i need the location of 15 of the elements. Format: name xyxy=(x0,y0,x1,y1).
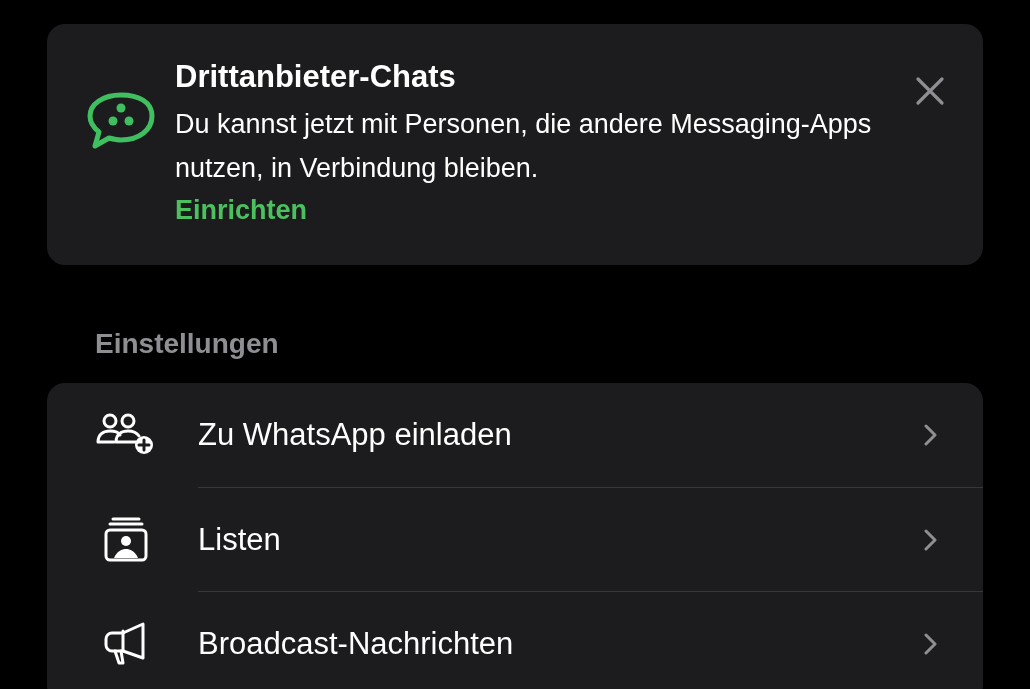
settings-item[interactable]: Listen xyxy=(47,487,983,591)
section-header: Einstellungen xyxy=(95,327,280,361)
banner-title: Drittanbieter-Chats xyxy=(175,58,457,96)
setup-link[interactable]: Einrichten xyxy=(175,190,915,230)
chevron-icon xyxy=(923,631,937,656)
settings-item[interactable]: Zu WhatsApp einladen xyxy=(47,383,983,487)
item-label: Listen xyxy=(198,521,281,558)
close-button[interactable] xyxy=(915,76,945,106)
chevron-icon xyxy=(923,423,937,447)
settings-item[interactable]: Broadcast-Nachrichten xyxy=(47,591,983,689)
banner-text: Du kannst jetzt mit Personen, die andere Messaging-Apps nutzen, in Verbindung bleiben. xyxy=(175,108,873,185)
item-label: Broadcast-Nachrichten xyxy=(198,625,514,662)
contact-list-icon xyxy=(102,516,149,562)
chevron-icon xyxy=(923,527,937,552)
item-label: Zu WhatsApp einladen xyxy=(198,417,512,453)
